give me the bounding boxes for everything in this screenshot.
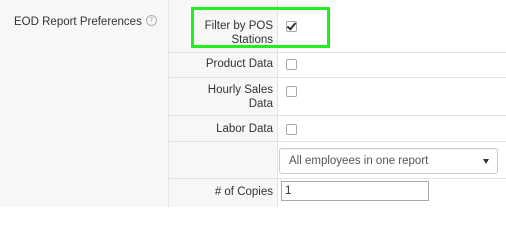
copies-input[interactable] (281, 181, 429, 201)
focus-highlight-box (191, 7, 330, 48)
row-labor-data: Labor Data (169, 115, 506, 142)
hourly-sales-label-line1: Hourly Sales (207, 84, 273, 96)
copies-label: # of Copies (214, 186, 273, 198)
hourly-sales-label-line2: Data (248, 98, 273, 110)
labor-data-checkbox[interactable] (286, 124, 297, 135)
question-circle-icon[interactable]: ? (145, 15, 157, 26)
product-data-checkbox[interactable] (286, 59, 297, 70)
eod-preferences-title: EOD Report Preferences? (14, 15, 157, 28)
labor-data-label: Labor Data (216, 123, 273, 135)
report-grouping-select[interactable]: All employees in one report (279, 148, 498, 174)
row-product-data: Product Data (169, 52, 506, 78)
product-data-label: Product Data (205, 58, 273, 70)
hourly-sales-label: Hourly Sales Data (208, 83, 273, 111)
hourly-sales-checkbox[interactable] (286, 86, 297, 97)
preferences-label-column: EOD Report Preferences? (0, 0, 169, 207)
report-grouping-selected-value: All employees in one report (289, 155, 429, 167)
eod-preferences-title-text: EOD Report Preferences (14, 16, 142, 28)
row-hourly-sales: Hourly Sales Data (169, 77, 506, 116)
caret-down-icon (483, 159, 489, 164)
